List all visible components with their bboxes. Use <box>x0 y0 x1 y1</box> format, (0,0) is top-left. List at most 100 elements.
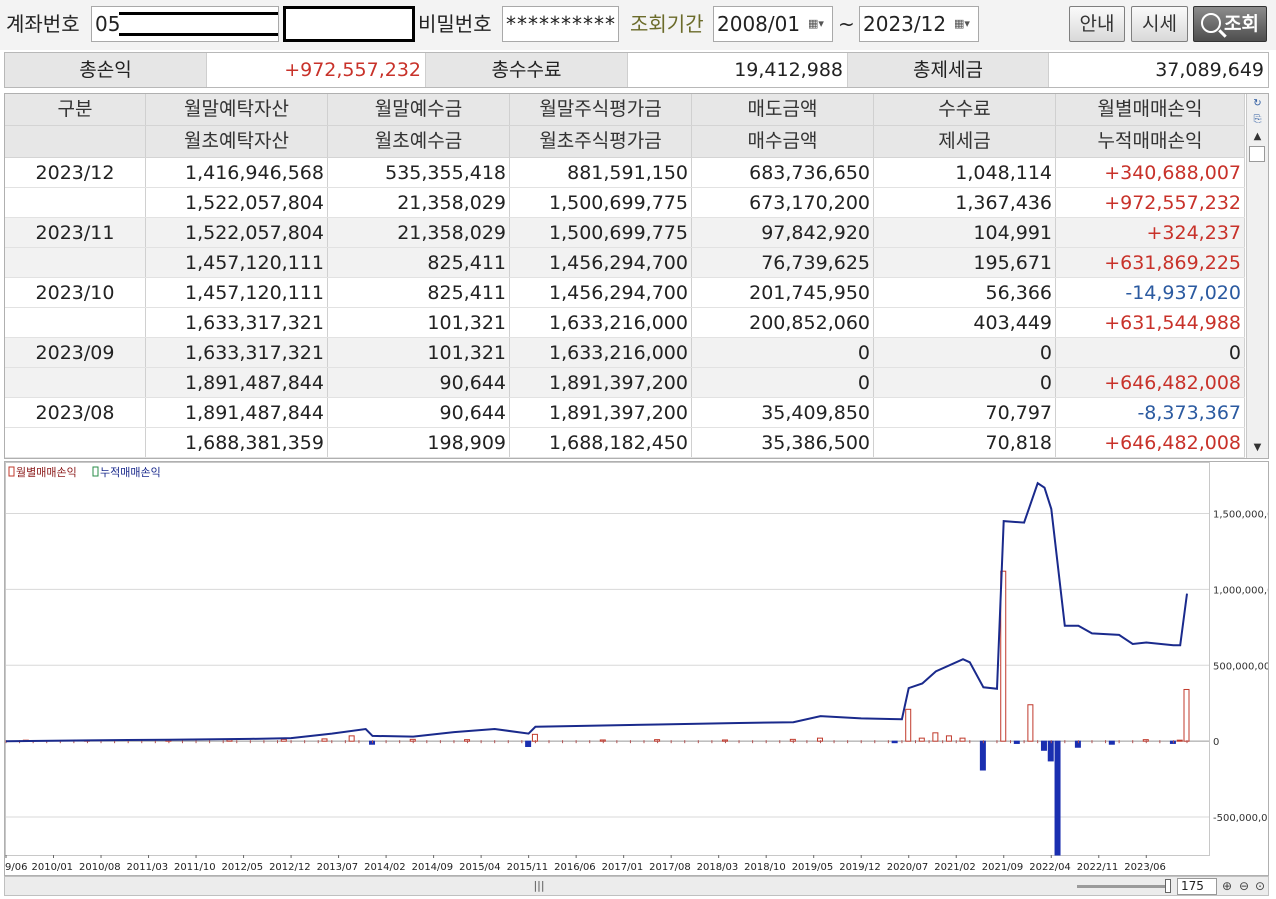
x-tick-label: 2023/06 <box>1124 862 1166 873</box>
table-scrollbar[interactable]: ↻ ⎘ ▲ ▼ <box>1246 94 1268 458</box>
account-name-field <box>283 6 415 42</box>
zoom-out-icon[interactable]: ⊖ <box>1236 878 1252 894</box>
table-row[interactable]: 1,688,381,359 198,909 1,688,182,450 35,386,… <box>5 428 1245 458</box>
calendar-dropdown-icon[interactable]: ▦▾ <box>954 16 974 32</box>
column-header[interactable] <box>5 126 146 157</box>
magnifier-icon <box>1201 13 1222 33</box>
table-cell: +646,482,008 <box>1056 368 1245 397</box>
table-row[interactable]: 2023/10 1,457,120,111 825,411 1,456,294,700… <box>5 278 1245 308</box>
horizontal-scroll-grip-icon[interactable]: ||| <box>529 879 549 893</box>
table-cell: 1,456,294,700 <box>510 278 692 307</box>
account-number-field[interactable]: 05 <box>91 6 279 42</box>
column-header[interactable]: 매도금액 <box>692 94 874 125</box>
guide-button[interactable]: 안내 <box>1069 6 1125 42</box>
table-row[interactable]: 1,891,487,844 90,644 1,891,397,200 0 0 +646,4… <box>5 368 1245 398</box>
table-row[interactable]: 1,633,317,321 101,321 1,633,216,000 200,852… <box>5 308 1245 338</box>
scroll-up-icon[interactable]: ▲ <box>1250 129 1265 144</box>
summary-bar: 총손익 +972,557,232 총수수료 19,412,988 총제세금 37… <box>4 52 1269 88</box>
table-header-row: 월초예탁자산 월초예수금 월초주식평가금 매수금액 제세금 누적매매손익 <box>5 126 1245 158</box>
zoom-in-icon[interactable]: ⊕ <box>1219 878 1235 894</box>
period-label: 조회기간 <box>630 12 704 36</box>
x-tick-label: 2010/08 <box>79 862 121 873</box>
scroll-thumb[interactable] <box>1249 146 1265 162</box>
export-icon[interactable]: ⎘ <box>1250 112 1265 127</box>
table-cell: +972,557,232 <box>1056 188 1245 217</box>
table-cell: 1,633,216,000 <box>510 308 692 337</box>
column-header[interactable]: 월초예탁자산 <box>146 126 328 157</box>
column-header[interactable]: 매수금액 <box>692 126 874 157</box>
period-from-field[interactable]: 2008/01 ▦▾ <box>713 6 833 42</box>
table-cell: 195,671 <box>874 248 1056 277</box>
table-cell: +646,482,008 <box>1056 428 1245 457</box>
table-cell: +631,869,225 <box>1056 248 1245 277</box>
column-header[interactable]: 월별매매손익 <box>1056 94 1245 125</box>
column-header[interactable]: 구분 <box>5 94 146 125</box>
table-row[interactable]: 2023/12 1,416,946,568 535,355,418 881,591,1… <box>5 158 1245 188</box>
scroll-down-icon[interactable]: ▼ <box>1250 440 1265 455</box>
pl-chart-svg: 1,500,000,0 1,000,000,0 500,000,00 0 -500,00… <box>5 462 1268 873</box>
table-row[interactable]: 2023/11 1,522,057,804 21,358,029 1,500,699,… <box>5 218 1245 248</box>
zoom-reset-icon[interactable]: ⊙ <box>1252 878 1268 894</box>
negative-bar <box>525 740 532 747</box>
negative-bar <box>1054 740 1061 856</box>
table-cell: 1,367,436 <box>874 188 1056 217</box>
table-cell: 56,366 <box>874 278 1056 307</box>
column-header[interactable]: 월말예수금 <box>328 94 510 125</box>
x-tick-label: 2015/11 <box>507 862 549 873</box>
table-cell: 403,449 <box>874 308 1056 337</box>
table-cell <box>5 428 146 457</box>
x-tick-label: 2021/02 <box>934 862 976 873</box>
y-tick-label: 500,000,00 <box>1213 661 1268 672</box>
table-cell: 21,358,029 <box>328 188 510 217</box>
table-row[interactable]: 2023/08 1,891,487,844 90,644 1,891,397,200 3… <box>5 398 1245 428</box>
period-to-field[interactable]: 2023/12 ▦▾ <box>859 6 979 42</box>
legend-monthly-label: 월별매매손익 <box>16 466 77 479</box>
refresh-icon[interactable]: ↻ <box>1250 96 1265 111</box>
x-tick-label: 2011/10 <box>174 862 216 873</box>
column-header[interactable]: 제세금 <box>874 126 1056 157</box>
table-cell: 1,456,294,700 <box>510 248 692 277</box>
search-toolbar: 계좌번호 05 비밀번호 ********** 조회기간 2008/01 ▦▾ … <box>0 0 1276 50</box>
positive-bar <box>348 735 355 742</box>
table-cell: 200,852,060 <box>692 308 874 337</box>
x-tick-label: 2022/11 <box>1077 862 1119 873</box>
quote-button[interactable]: 시세 <box>1131 6 1188 42</box>
period-from-value: 2008/01 <box>717 12 801 36</box>
table-cell: 90,644 <box>328 368 510 397</box>
table-cell: 198,909 <box>328 428 510 457</box>
column-header[interactable]: 수수료 <box>874 94 1056 125</box>
table-cell: 1,457,120,111 <box>146 248 328 277</box>
column-header[interactable]: 월말주식평가금 <box>510 94 692 125</box>
table-cell: 1,891,397,200 <box>510 368 692 397</box>
table-cell: +631,544,988 <box>1056 308 1245 337</box>
table-cell: +340,688,007 <box>1056 158 1245 187</box>
table-cell: 0 <box>692 338 874 367</box>
table-row[interactable]: 1,457,120,111 825,411 1,456,294,700 76,739,… <box>5 248 1245 278</box>
table-cell: -8,373,367 <box>1056 398 1245 427</box>
table-cell: 1,048,114 <box>874 158 1056 187</box>
calendar-dropdown-icon[interactable]: ▦▾ <box>808 16 828 32</box>
positive-bar <box>1183 688 1190 742</box>
zoom-slider-track[interactable] <box>1077 885 1169 888</box>
table-cell: 2023/12 <box>5 158 146 187</box>
column-header[interactable]: 월초주식평가금 <box>510 126 692 157</box>
table-cell: 825,411 <box>328 278 510 307</box>
x-tick-label: 2012/12 <box>269 862 311 873</box>
positive-bar <box>918 737 925 742</box>
account-label: 계좌번호 <box>6 12 80 36</box>
table-row[interactable]: 2023/09 1,633,317,321 101,321 1,633,216,000… <box>5 338 1245 368</box>
table-cell: 1,500,699,775 <box>510 188 692 217</box>
zoom-slider-thumb[interactable] <box>1165 879 1171 893</box>
period-separator: ~ <box>838 12 855 36</box>
column-header[interactable]: 누적매매손익 <box>1056 126 1245 157</box>
zoom-value[interactable]: 175 <box>1177 878 1217 895</box>
negative-bar <box>1013 740 1020 744</box>
column-header[interactable]: 월초예수금 <box>328 126 510 157</box>
period-to-value: 2023/12 <box>863 12 947 36</box>
search-button[interactable]: 조회 <box>1193 6 1267 42</box>
total-tax-label: 총제세금 <box>848 53 1049 87</box>
column-header[interactable]: 월말예탁자산 <box>146 94 328 125</box>
pl-chart[interactable]: 1,500,000,0 1,000,000,0 500,000,00 0 -500,00… <box>4 461 1269 876</box>
table-row[interactable]: 1,522,057,804 21,358,029 1,500,699,775 673,… <box>5 188 1245 218</box>
password-field[interactable]: ********** <box>502 6 619 42</box>
